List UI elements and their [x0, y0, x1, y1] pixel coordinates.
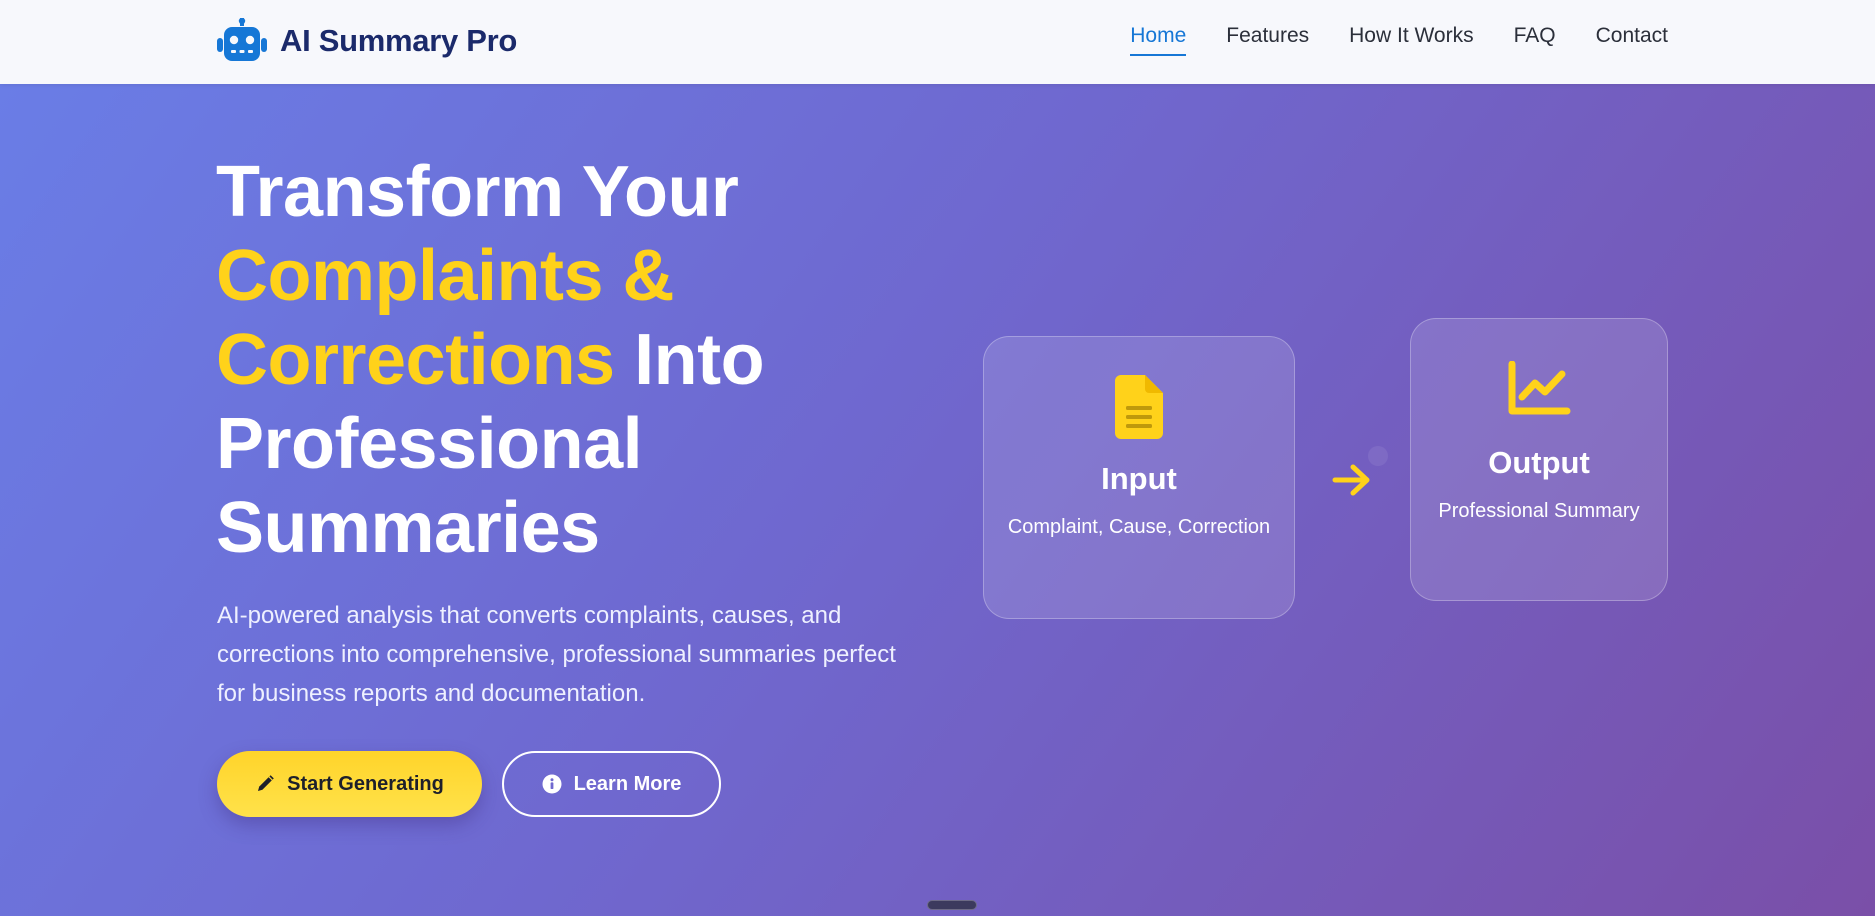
robot-icon: [217, 18, 267, 61]
hero-description: AI-powered analysis that converts compla…: [217, 602, 896, 707]
brand-logo[interactable]: AI Summary Pro: [216, 18, 517, 64]
start-generating-button[interactable]: Start Generating: [217, 751, 482, 817]
nav-how-it-works-link[interactable]: How It Works: [1349, 24, 1473, 56]
nav-links: Home Features How It Works FAQ Contact: [1130, 24, 1668, 56]
nav-faq-link[interactable]: FAQ: [1514, 24, 1556, 56]
input-card-subtitle: Complaint, Cause, Correction: [1007, 516, 1271, 538]
scroll-indicator[interactable]: [927, 900, 977, 910]
document-icon: [1115, 375, 1163, 439]
learn-more-button[interactable]: Learn More: [502, 751, 721, 817]
start-generating-label: Start Generating: [287, 772, 444, 795]
nav-contact-link[interactable]: Contact: [1596, 24, 1668, 56]
info-circle-icon: [542, 774, 562, 794]
input-card-title: Input: [1101, 461, 1177, 496]
hero-title-highlight: Complaints & Corrections: [216, 236, 675, 400]
hero-title: Transform Your Complaints & Corrections I…: [216, 150, 916, 570]
arrow-right-icon: [1332, 464, 1370, 496]
navbar: AI Summary Pro Home Features How It Work…: [0, 0, 1875, 84]
chart-line-icon: [1508, 361, 1571, 415]
nav-home-link[interactable]: Home: [1130, 24, 1187, 56]
brand-name: AI Summary Pro: [280, 23, 517, 58]
hero-section: Transform Your Complaints & Corrections I…: [0, 84, 1875, 916]
learn-more-label: Learn More: [573, 772, 682, 795]
input-card: Input Complaint, Cause, Correction: [983, 336, 1295, 619]
nav-features-link[interactable]: Features: [1226, 24, 1309, 56]
output-card-subtitle: Professional Summary: [1438, 500, 1640, 522]
output-card-title: Output: [1488, 445, 1590, 480]
output-card: Output Professional Summary: [1410, 318, 1668, 601]
pencil-icon: [258, 775, 274, 791]
hero-title-line1: Transform Your: [216, 152, 739, 232]
decorative-dot: [1368, 446, 1388, 466]
